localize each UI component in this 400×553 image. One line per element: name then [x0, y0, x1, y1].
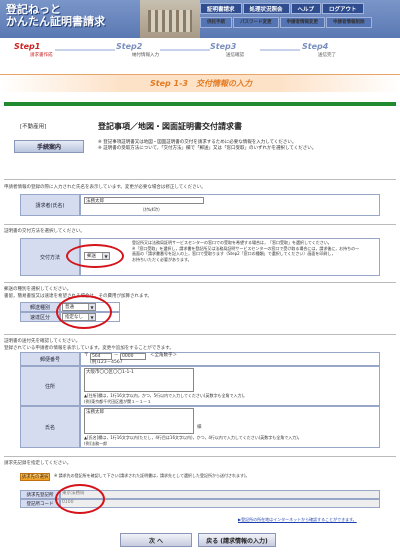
name-suffix: 様: [197, 425, 202, 430]
zip-second-input[interactable]: 0000: [120, 353, 146, 360]
select-billing-office-button[interactable]: 請求先の選択: [20, 473, 50, 481]
address-example: (例)東京都千代田区霞が関１－１－１: [84, 399, 152, 404]
step-1: Step1 請求書作成: [14, 42, 53, 58]
address-label: 住所: [20, 366, 80, 406]
app-logo[interactable]: 登記ねっと かんたん証明書請求: [6, 4, 105, 28]
page-title: 登記事項／地図・図面証明書交付請求書: [98, 122, 242, 131]
nav-password-change[interactable]: パスワード変更: [233, 17, 279, 28]
postal-mark: 〒: [84, 353, 89, 358]
sub-nav: 供託手続 パスワード変更 申請者情報変更 申請者情報削除: [200, 17, 372, 28]
step-number: Step4: [302, 42, 329, 51]
name-textarea[interactable]: 法務太郎: [84, 408, 194, 434]
nav-status-inquiry[interactable]: 処理状況照会: [242, 3, 290, 14]
zip-hint: ＜全角数字＞: [150, 353, 177, 358]
zip-dash: －: [114, 353, 119, 358]
code-cell: [60, 499, 380, 508]
top-nav: 証明書請求 処理状況照会 ヘルプ ログアウト: [200, 3, 364, 14]
nav-logout[interactable]: ログアウト: [322, 3, 364, 14]
step-4: Step4 送信完了: [302, 42, 336, 58]
address-textarea[interactable]: 大阪市〇〇区〇〇1-1-1: [84, 368, 194, 392]
mailing-note: 郵送の種別を選択してください。: [4, 287, 72, 292]
requester-name-input[interactable]: 法務太郎: [84, 197, 204, 204]
highlight-oval: [66, 244, 124, 268]
property-tag: [不動産用]: [20, 124, 47, 130]
step-label: 送信完了: [318, 53, 336, 58]
office-cell: [60, 490, 380, 499]
divider: [4, 456, 396, 457]
office-location-link[interactable]: ▶登記所の所在地はインターネットから確認することができます。: [238, 517, 357, 523]
code-label: 登記所コード: [20, 499, 60, 508]
divider: [4, 102, 396, 106]
office-label: 請求先登記所: [20, 490, 60, 499]
divider: [4, 224, 396, 225]
nav-help[interactable]: ヘルプ: [290, 3, 322, 14]
divider: [4, 334, 396, 335]
note-line: ※ 証明書の受取方法について，「交付方法」欄で「郵送」又は「窓口受取」のいずれか…: [98, 146, 317, 151]
nav-applicant-delete[interactable]: 申請者情報削除: [326, 17, 372, 28]
logo-line2: かんたん証明書請求: [6, 15, 105, 28]
name-help: ▲[氏名]欄は，1行16文字以内(ただし，4行目は16文字以内)，かつ，4行以内…: [84, 435, 302, 440]
building-image: [140, 0, 200, 38]
page-subtitle: Step 1-3 交付情報の入力: [150, 79, 252, 88]
step-connector: [260, 49, 300, 51]
step-2: Step2 納付情報入力: [116, 42, 159, 58]
step-number: Step1: [14, 42, 41, 51]
divider: [4, 282, 396, 283]
back-button[interactable]: 戻る (請求情報の入力): [198, 533, 276, 547]
nav-applicant-change[interactable]: 申請者情報変更: [279, 17, 325, 28]
divider: [4, 179, 396, 180]
step-indicator: Step1 請求書作成 Step2 納付情報入力 Step3 送信確認 Step…: [0, 38, 400, 66]
name-example: (例)法務一郎: [84, 441, 108, 446]
billing-help: ※ 請求先の登記所を確認して下さい(請求された証明書は，請求先として選択した登記…: [54, 473, 250, 478]
zip-first-input[interactable]: 564: [90, 353, 112, 360]
delivery-help: 登記所又は法務局証明サービスセンターの窓口での受取を希望する場合は，「窓口受取」…: [132, 240, 378, 262]
delivery-note: 証明書の交付方法を選択してください。: [4, 229, 85, 234]
address-note: 証明書の送付先を確認してください。: [4, 339, 81, 344]
nav-deposit[interactable]: 供託手続: [200, 17, 232, 28]
highlight-oval: [56, 295, 112, 329]
step-number: Step3: [210, 42, 237, 51]
step-connector: [55, 49, 115, 51]
address-note2: 登録されている申請者の情報を表示しています。変更や追加をすることができます。: [4, 346, 174, 351]
express-label: 速達区分: [20, 312, 60, 322]
step-label: 請求書作成: [30, 53, 53, 58]
highlight-oval: [55, 484, 105, 514]
step-3: Step3 送信確認: [210, 42, 244, 58]
help-line: お持ちいただく必要があります。: [132, 256, 192, 262]
step-number: Step2: [116, 42, 143, 51]
step-connector: [160, 49, 210, 51]
procedure-guide-button[interactable]: 手続案内: [14, 140, 84, 153]
billing-note: 請求先記録を指定してください。: [4, 461, 72, 466]
zip-label: 郵便番号: [20, 352, 80, 366]
nav-certificate-request[interactable]: 証明書請求: [200, 3, 242, 14]
next-button[interactable]: 次 へ: [120, 533, 192, 547]
instruction-notes: ※ 登記事項証明書又は地図・図面証明書の交付を請求するために必要な情報を入力して…: [98, 140, 394, 152]
name-label: 氏名: [20, 406, 80, 448]
step-label: 送信確認: [226, 53, 244, 58]
requester-kana: （ﾎｳﾑﾀﾛｳ）: [140, 208, 163, 213]
step-label: 納付情報入力: [132, 53, 159, 58]
mail-type-label: 郵送種別: [20, 302, 60, 312]
requester-label: 請求者(氏名): [20, 194, 80, 216]
requester-note: 申請者情報の登録の際に入力された氏名を表示しています。変更が必要な場合は修正して…: [4, 185, 206, 190]
